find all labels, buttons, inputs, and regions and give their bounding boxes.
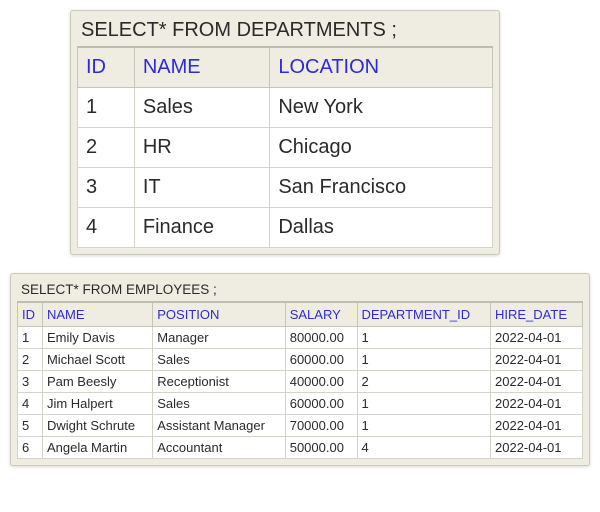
- col-id: ID: [18, 302, 43, 327]
- col-hire-date: HIRE_DATE: [491, 302, 583, 327]
- cell-id: 2: [78, 128, 135, 168]
- cell-id: 3: [18, 371, 43, 393]
- employees-result-card: SELECT* FROM EMPLOYEES ; ID NAME POSITIO…: [10, 273, 590, 466]
- employees-table: ID NAME POSITION SALARY DEPARTMENT_ID HI…: [17, 301, 583, 459]
- cell-id: 5: [18, 415, 43, 437]
- col-name: NAME: [42, 302, 152, 327]
- cell-salary: 60000.00: [285, 349, 357, 371]
- col-position: POSITION: [153, 302, 285, 327]
- table-row: 4 Finance Dallas: [78, 208, 493, 248]
- table-row: 3 IT San Francisco: [78, 168, 493, 208]
- table-header-row: ID NAME POSITION SALARY DEPARTMENT_ID HI…: [18, 302, 583, 327]
- col-name: NAME: [134, 47, 269, 88]
- table-row: 3 Pam Beesly Receptionist 40000.00 2 202…: [18, 371, 583, 393]
- cell-name: Michael Scott: [42, 349, 152, 371]
- cell-hire-date: 2022-04-01: [491, 393, 583, 415]
- cell-department-id: 1: [357, 349, 491, 371]
- cell-id: 1: [18, 327, 43, 349]
- cell-id: 4: [78, 208, 135, 248]
- cell-name: IT: [134, 168, 269, 208]
- cell-position: Accountant: [153, 437, 285, 459]
- cell-id: 1: [78, 88, 135, 128]
- col-department-id: DEPARTMENT_ID: [357, 302, 491, 327]
- cell-department-id: 1: [357, 327, 491, 349]
- cell-name: Angela Martin: [42, 437, 152, 459]
- departments-result-card: SELECT* FROM DEPARTMENTS ; ID NAME LOCAT…: [70, 10, 500, 255]
- cell-hire-date: 2022-04-01: [491, 371, 583, 393]
- cell-department-id: 1: [357, 393, 491, 415]
- cell-name: Finance: [134, 208, 269, 248]
- cell-id: 4: [18, 393, 43, 415]
- cell-name: Pam Beesly: [42, 371, 152, 393]
- cell-position: Manager: [153, 327, 285, 349]
- cell-department-id: 2: [357, 371, 491, 393]
- col-id: ID: [78, 47, 135, 88]
- table-row: 5 Dwight Schrute Assistant Manager 70000…: [18, 415, 583, 437]
- table-row: 4 Jim Halpert Sales 60000.00 1 2022-04-0…: [18, 393, 583, 415]
- cell-position: Sales: [153, 393, 285, 415]
- cell-salary: 80000.00: [285, 327, 357, 349]
- cell-salary: 70000.00: [285, 415, 357, 437]
- cell-location: New York: [270, 88, 493, 128]
- cell-salary: 60000.00: [285, 393, 357, 415]
- cell-position: Sales: [153, 349, 285, 371]
- table-row: 6 Angela Martin Accountant 50000.00 4 20…: [18, 437, 583, 459]
- cell-id: 2: [18, 349, 43, 371]
- departments-query-text: SELECT* FROM DEPARTMENTS ;: [77, 17, 493, 46]
- cell-hire-date: 2022-04-01: [491, 349, 583, 371]
- cell-name: Emily Davis: [42, 327, 152, 349]
- cell-id: 6: [18, 437, 43, 459]
- departments-table: ID NAME LOCATION 1 Sales New York 2 HR C…: [77, 46, 493, 248]
- table-row: 1 Emily Davis Manager 80000.00 1 2022-04…: [18, 327, 583, 349]
- cell-name: Dwight Schrute: [42, 415, 152, 437]
- cell-position: Receptionist: [153, 371, 285, 393]
- cell-location: Dallas: [270, 208, 493, 248]
- employees-query-text: SELECT* FROM EMPLOYEES ;: [17, 280, 583, 301]
- cell-salary: 50000.00: [285, 437, 357, 459]
- cell-hire-date: 2022-04-01: [491, 415, 583, 437]
- col-location: LOCATION: [270, 47, 493, 88]
- table-header-row: ID NAME LOCATION: [78, 47, 493, 88]
- cell-hire-date: 2022-04-01: [491, 327, 583, 349]
- cell-position: Assistant Manager: [153, 415, 285, 437]
- cell-department-id: 1: [357, 415, 491, 437]
- cell-name: Jim Halpert: [42, 393, 152, 415]
- cell-department-id: 4: [357, 437, 491, 459]
- table-row: 1 Sales New York: [78, 88, 493, 128]
- cell-salary: 40000.00: [285, 371, 357, 393]
- cell-location: San Francisco: [270, 168, 493, 208]
- cell-location: Chicago: [270, 128, 493, 168]
- cell-id: 3: [78, 168, 135, 208]
- table-row: 2 Michael Scott Sales 60000.00 1 2022-04…: [18, 349, 583, 371]
- cell-hire-date: 2022-04-01: [491, 437, 583, 459]
- table-row: 2 HR Chicago: [78, 128, 493, 168]
- cell-name: HR: [134, 128, 269, 168]
- cell-name: Sales: [134, 88, 269, 128]
- col-salary: SALARY: [285, 302, 357, 327]
